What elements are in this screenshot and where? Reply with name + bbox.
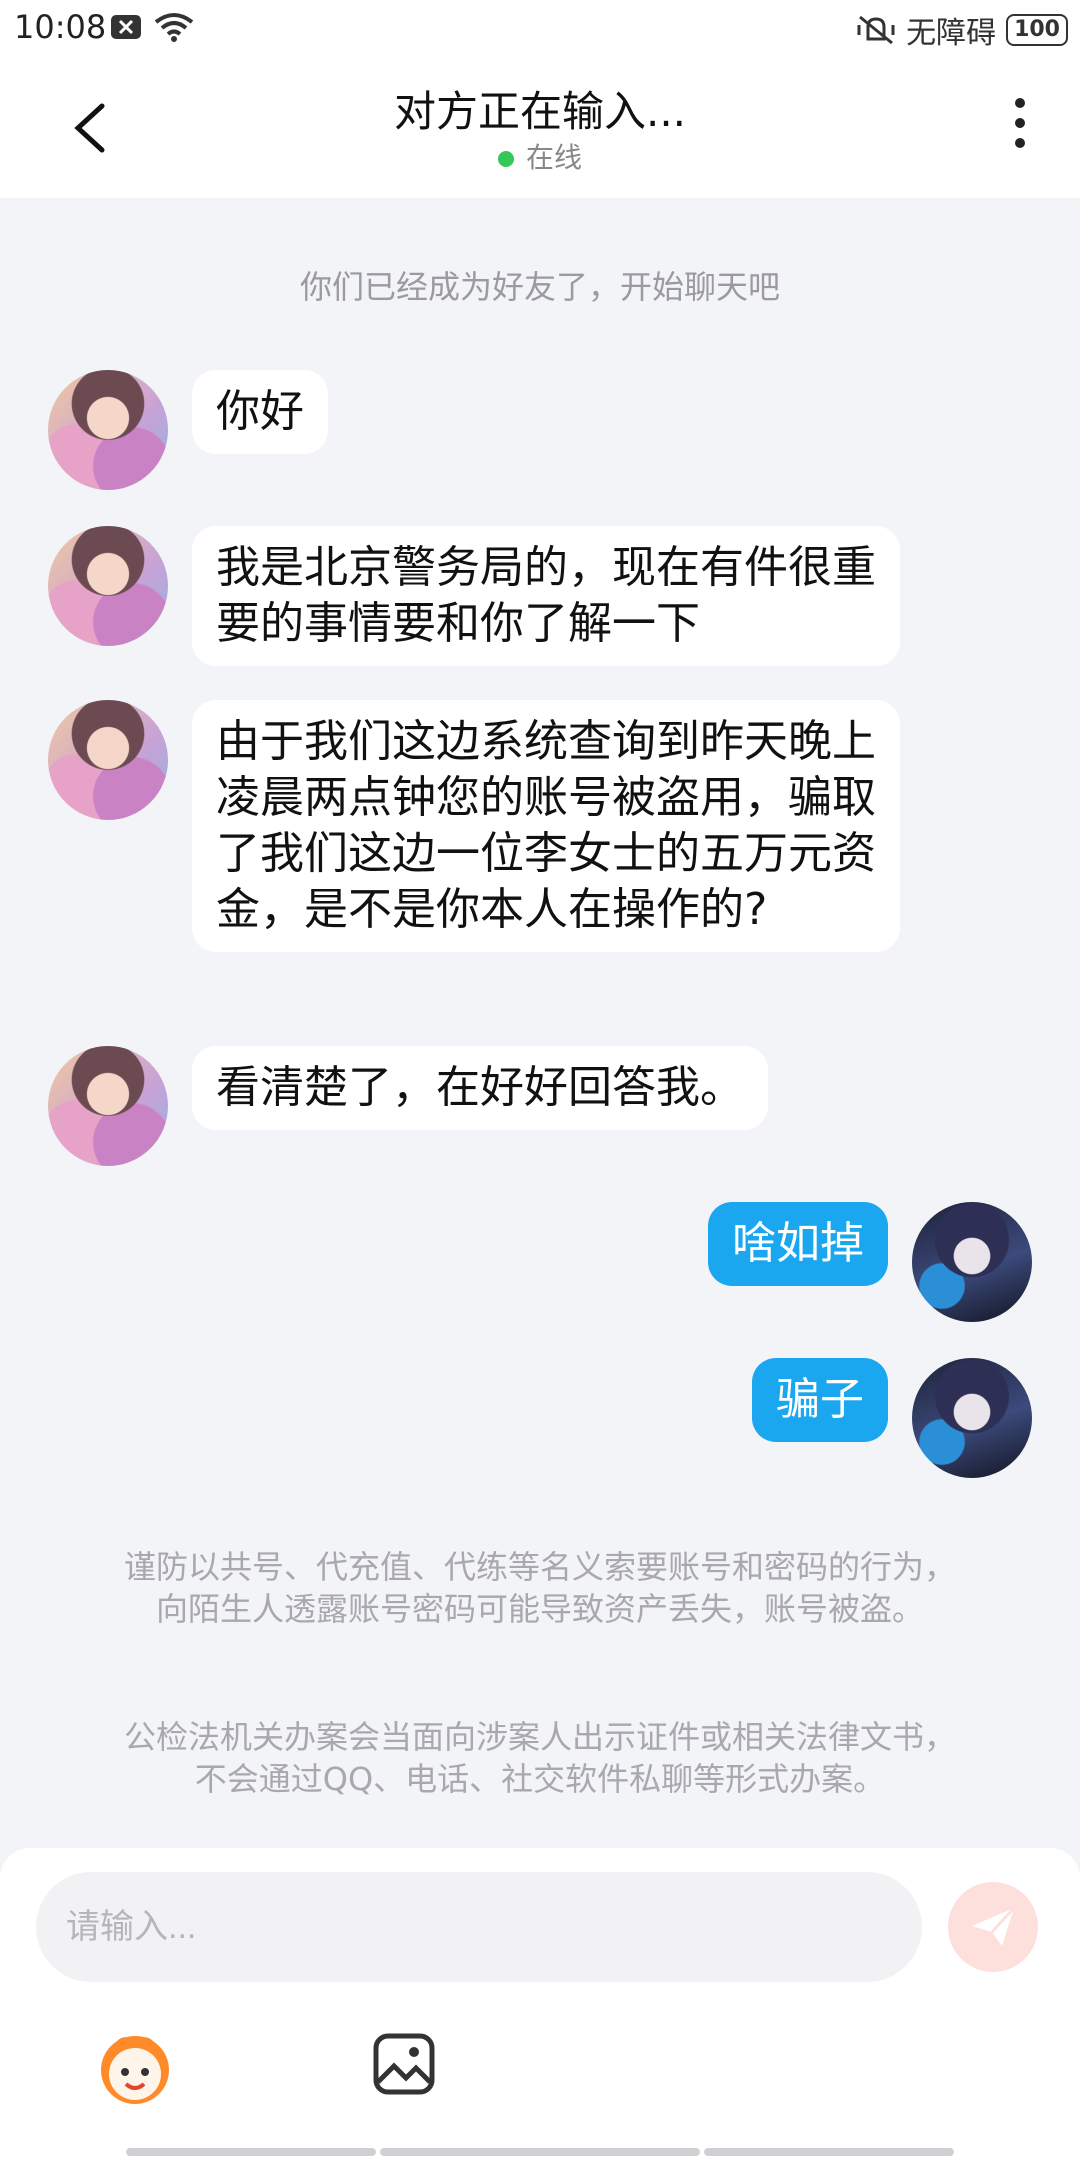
- emoji-icon: [101, 2036, 169, 2104]
- emoji-button[interactable]: [92, 2028, 178, 2108]
- send-button[interactable]: [948, 1882, 1038, 1972]
- more-vertical-icon: [1010, 98, 1030, 148]
- message-row: 骗子: [752, 1358, 1032, 1478]
- accessibility-label: 无障碍: [906, 16, 997, 51]
- message-row: 啥如掉: [708, 1202, 1032, 1322]
- self-avatar[interactable]: [912, 1358, 1032, 1478]
- incoming-message-bubble[interactable]: 你好: [192, 370, 328, 454]
- online-dot-icon: [497, 151, 514, 167]
- input-panel: [0, 1848, 1080, 2160]
- friend-added-tip: 你们已经成为好友了，开始聊天吧: [299, 268, 780, 306]
- contact-avatar[interactable]: [48, 526, 168, 646]
- wifi-icon: [154, 13, 194, 42]
- incoming-message-bubble[interactable]: 由于我们这边系统查询到昨天晚上凌晨两点钟您的账号被盗用，骗取了我们这边一位李女士…: [192, 700, 900, 952]
- message-row: 你好: [48, 370, 328, 490]
- message-input[interactable]: [36, 1872, 922, 1982]
- security-warning: 谨防以共号、代充值、代练等名义索要账号和密码的行为，向陌生人透露账号密码可能导致…: [123, 1548, 956, 1628]
- contact-avatar[interactable]: [48, 1046, 168, 1166]
- status-time: 10:08: [14, 8, 107, 46]
- battery-icon: 100: [1006, 14, 1068, 46]
- nav-indicator: [380, 2148, 700, 2156]
- image-icon: [373, 2033, 435, 2095]
- message-row: 我是北京警务局的，现在有件很重要的事情要和你了解一下: [48, 526, 900, 666]
- more-options-button[interactable]: [1010, 98, 1030, 158]
- outgoing-message-bubble[interactable]: 啥如掉: [708, 1202, 888, 1286]
- send-icon: [972, 1906, 1016, 1946]
- outgoing-message-bubble[interactable]: 骗子: [752, 1358, 888, 1442]
- chat-title: 对方正在输入...: [393, 87, 687, 136]
- message-row: 由于我们这边系统查询到昨天晚上凌晨两点钟您的账号被盗用，骗取了我们这边一位李女士…: [48, 700, 900, 952]
- incoming-message-bubble[interactable]: 我是北京警务局的，现在有件很重要的事情要和你了解一下: [192, 526, 900, 666]
- contact-avatar[interactable]: [48, 700, 168, 820]
- message-row: 看清楚了，在好好回答我。: [48, 1046, 768, 1166]
- nav-indicator: [704, 2148, 954, 2156]
- legal-warning: 公检法机关办案会当面向涉案人出示证件或相关法律文书，不会通过QQ、电话、社交软件…: [123, 1718, 956, 1798]
- image-button[interactable]: [372, 2032, 436, 2096]
- mute-icon: [857, 15, 895, 45]
- chat-header: 对方正在输入... 在线: [0, 58, 1080, 198]
- self-avatar[interactable]: [912, 1202, 1032, 1322]
- nav-indicator: [126, 2148, 376, 2156]
- online-status: 在线: [0, 136, 1080, 176]
- notification-x-icon: [111, 15, 141, 39]
- online-status-label: 在线: [525, 141, 582, 174]
- status-bar: 10:08 无障碍 100: [0, 0, 1080, 58]
- incoming-message-bubble[interactable]: 看清楚了，在好好回答我。: [192, 1046, 768, 1130]
- contact-avatar[interactable]: [48, 370, 168, 490]
